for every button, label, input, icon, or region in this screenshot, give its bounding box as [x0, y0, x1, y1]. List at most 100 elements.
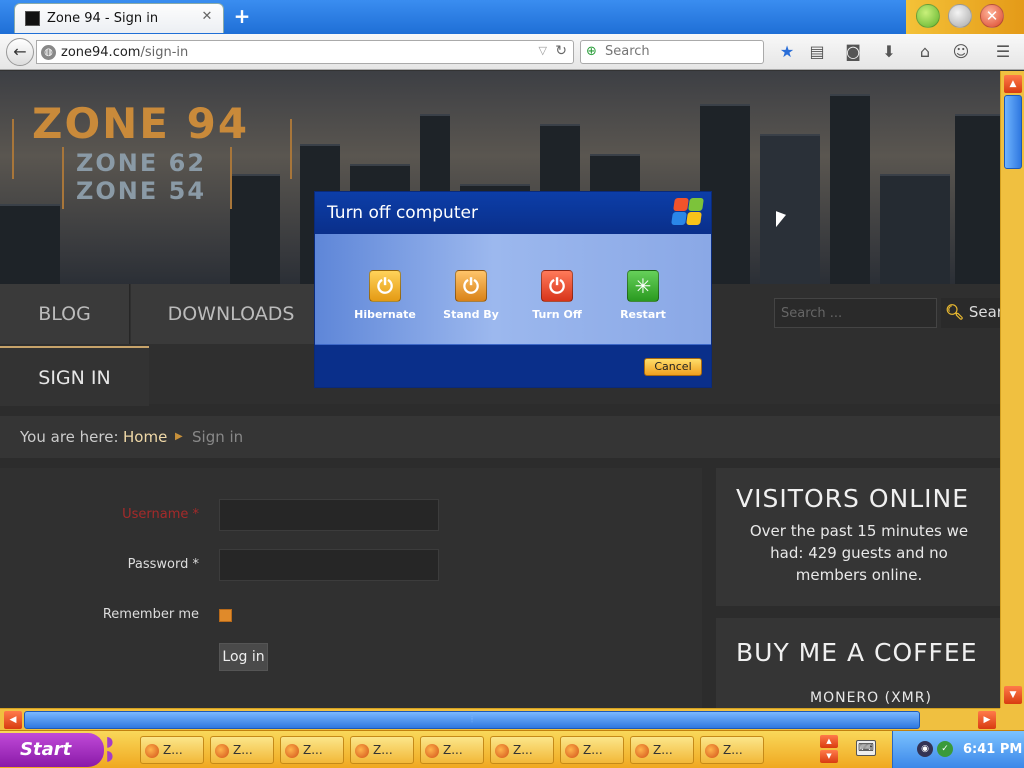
restart-button[interactable]: ✳ Restart	[605, 270, 681, 321]
widget-title: VISITORS ONLINE	[736, 484, 970, 513]
breadcrumb-current: Sign in	[192, 428, 244, 446]
menu-item-blog[interactable]: BLOG	[0, 284, 130, 344]
dialog-body: ⏻ Hibernate ⏻ Stand By ⏻ Turn Off ✳ Rest…	[315, 234, 711, 344]
visitors-online-widget: VISITORS ONLINE Over the past 15 minutes…	[716, 468, 1000, 606]
tab-active[interactable]: Zone 94 - Sign in ✕	[14, 3, 224, 33]
buy-coffee-widget: BUY ME A COFFEE MONERO (XMR)	[716, 618, 1000, 708]
taskbar-window-button[interactable]: Z...	[420, 736, 484, 764]
mouse-pointer-icon	[776, 211, 786, 231]
search-engine-icon: ⊕	[586, 44, 597, 59]
clock[interactable]: 6:41 PM	[963, 742, 1022, 757]
firefox-icon	[285, 743, 299, 758]
site-favicon-icon	[25, 11, 40, 26]
turn-off-button[interactable]: ⏻ Turn Off	[519, 270, 595, 321]
home-icon[interactable]: ⌂	[914, 41, 936, 63]
breadcrumb-separator-icon: ▶	[175, 431, 183, 442]
back-button[interactable]: ←	[6, 38, 34, 66]
bookmark-star-icon[interactable]: ★	[776, 41, 798, 63]
url-text: zone94.com/sign-in	[61, 45, 189, 60]
scroll-right-icon[interactable]: ▶	[978, 711, 996, 729]
breadcrumb-home-link[interactable]: Home	[123, 416, 167, 458]
username-label: Username *	[122, 507, 199, 522]
firefox-icon	[215, 743, 229, 758]
window-controls: ✕	[906, 0, 1024, 34]
taskbar-button-label: Z...	[233, 743, 253, 757]
restart-label: Restart	[620, 308, 666, 321]
taskbar-window-button[interactable]: Z...	[700, 736, 764, 764]
site-logo[interactable]: ZONE 94 ZONE 62 ZONE 54	[12, 99, 292, 239]
power-icon: ⏻	[541, 270, 573, 302]
taskbar: Start ◗ ◗ Z... Z... Z... Z... Z... Z... Z…	[0, 730, 1024, 768]
start-button[interactable]: Start	[0, 733, 104, 767]
firefox-icon	[355, 743, 369, 758]
cancel-button[interactable]: Cancel	[644, 358, 702, 376]
logo-text: ZONE 94	[32, 99, 250, 148]
turn-off-computer-dialog: Turn off computer ⏻ Hibernate ⏻ Stand By…	[314, 191, 712, 388]
dialog-title: Turn off computer	[327, 203, 478, 223]
login-button[interactable]: Log in	[219, 643, 268, 671]
taskbar-window-button[interactable]: Z...	[210, 736, 274, 764]
site-search-button[interactable]: 🔍︎ Search	[941, 298, 1000, 328]
address-bar[interactable]: ◍ zone94.com/sign-in ▽ ↻	[36, 40, 574, 64]
hibernate-label: Hibernate	[354, 308, 416, 321]
taskbar-window-button[interactable]: Z...	[140, 736, 204, 764]
taskbar-button-label: Z...	[583, 743, 603, 757]
new-tab-button[interactable]: +	[232, 5, 252, 27]
stand-by-label: Stand By	[443, 308, 499, 321]
taskbar-scroll[interactable]: ▲ ▼	[820, 735, 840, 765]
breadcrumb-label: You are here:	[20, 428, 119, 446]
minimize-button[interactable]	[916, 4, 940, 28]
start-decoration-icon: ◗ ◗	[106, 734, 114, 764]
search-button-label: Search	[968, 303, 1000, 321]
vertical-scrollbar[interactable]: ▲ ▼	[1000, 71, 1024, 708]
smiley-icon[interactable]: ☺	[950, 41, 972, 63]
password-label: Password *	[127, 557, 199, 572]
widget-title: BUY ME A COFFEE	[736, 638, 978, 667]
taskbar-scroll-up-icon[interactable]: ▲	[820, 735, 838, 748]
tray-security-icon[interactable]: ✓	[937, 741, 953, 757]
scroll-down-icon[interactable]: ▼	[1004, 686, 1022, 704]
taskbar-window-button[interactable]: Z...	[560, 736, 624, 764]
breadcrumb: You are here: Home ▶ Sign in	[0, 416, 1000, 458]
firefox-icon	[495, 743, 509, 758]
scroll-left-icon[interactable]: ◀	[4, 711, 22, 729]
reload-icon[interactable]: ↻	[555, 43, 567, 59]
stand-by-button[interactable]: ⏻ Stand By	[433, 270, 509, 321]
history-dropdown-icon[interactable]: ▽	[539, 44, 547, 57]
username-input[interactable]	[219, 499, 439, 531]
remember-me-label: Remember me	[102, 607, 199, 622]
menu-icon[interactable]: ☰	[992, 41, 1014, 63]
remember-me-checkbox[interactable]	[219, 609, 232, 622]
scroll-up-icon[interactable]: ▲	[1004, 75, 1022, 93]
taskbar-window-button[interactable]: Z...	[280, 736, 344, 764]
reading-list-icon[interactable]: ▤	[806, 41, 828, 63]
taskbar-window-button[interactable]: Z...	[490, 736, 554, 764]
tab-close-icon[interactable]: ✕	[199, 9, 215, 25]
scroll-thumb[interactable]: ⦙	[24, 711, 920, 729]
dialog-header: Turn off computer	[315, 192, 711, 234]
tray-network-icon[interactable]: ◉	[917, 741, 933, 757]
close-window-button[interactable]: ✕	[980, 4, 1004, 28]
browser-search-box[interactable]: ⊕	[580, 40, 764, 64]
hibernate-button[interactable]: ⏻ Hibernate	[347, 270, 423, 321]
taskbar-button-label: Z...	[513, 743, 533, 757]
power-icon: ⏻	[369, 270, 401, 302]
taskbar-window-button[interactable]: Z...	[350, 736, 414, 764]
taskbar-scroll-down-icon[interactable]: ▼	[820, 750, 838, 763]
scrollbar-corner	[1000, 708, 1024, 730]
site-search-input[interactable]: Search ...	[774, 298, 937, 328]
maximize-button[interactable]	[948, 4, 972, 28]
scroll-thumb[interactable]	[1004, 95, 1022, 169]
password-input[interactable]	[219, 549, 439, 581]
pocket-icon[interactable]: ◙	[842, 41, 864, 63]
browser-search-input[interactable]	[605, 44, 755, 59]
firefox-icon	[705, 743, 719, 758]
menu-item-sign-in[interactable]: SIGN IN	[0, 346, 149, 406]
horizontal-scrollbar[interactable]: ◀ ⦙ ▶	[0, 708, 1000, 730]
keyboard-icon[interactable]: ⌨	[856, 740, 876, 756]
globe-icon: ◍	[41, 45, 56, 60]
tab-bar: Zone 94 - Sign in ✕ + ✕	[0, 0, 1024, 34]
taskbar-window-button[interactable]: Z...	[630, 736, 694, 764]
download-icon[interactable]: ⬇	[878, 41, 900, 63]
menu-item-downloads[interactable]: DOWNLOADS	[131, 284, 331, 344]
